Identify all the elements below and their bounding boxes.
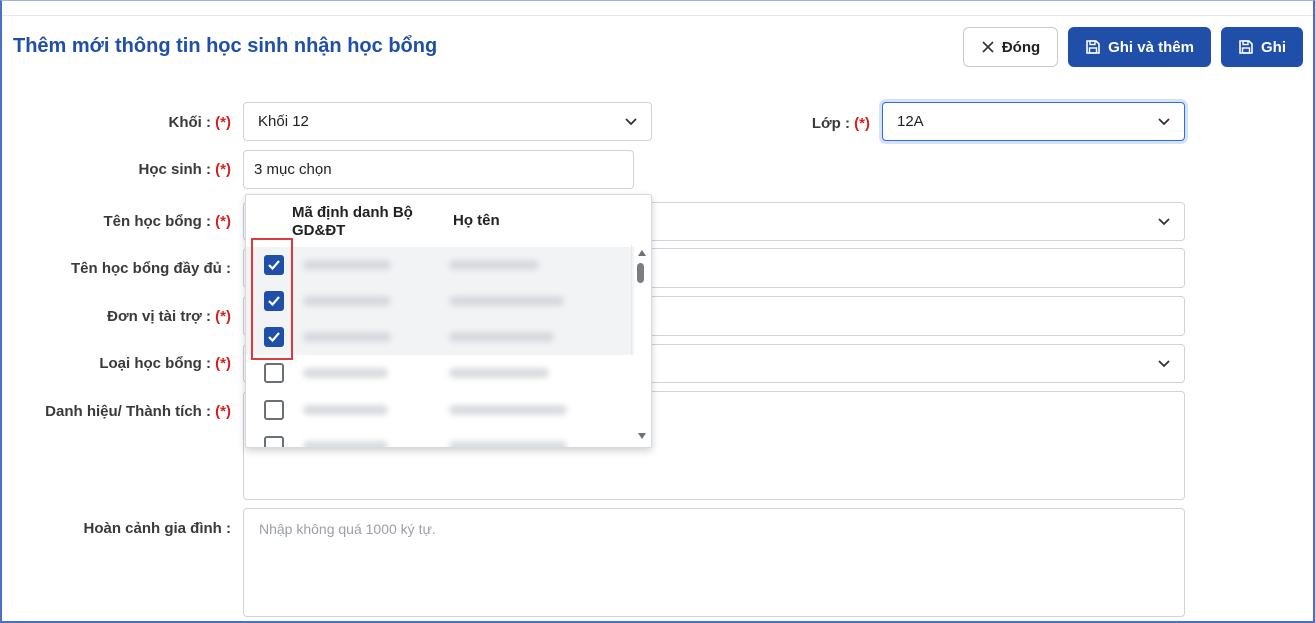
checkbox-unchecked[interactable]: [264, 400, 284, 420]
list-item[interactable]: [246, 392, 634, 428]
required-mark: (*): [215, 355, 231, 372]
student-dropdown: Mã định danh Bộ GD&ĐT Họ tên: [245, 194, 652, 448]
ten-hoc-bong-day-du-label: Tên học bổng đầy đủ :: [71, 260, 231, 277]
hoan-canh-label: Hoàn cảnh gia đình :: [83, 520, 231, 537]
list-item[interactable]: [246, 428, 634, 447]
selection-highlight-box: [251, 238, 293, 360]
list-item[interactable]: [246, 355, 634, 391]
hoc-sinh-label: Học sinh : (*): [138, 161, 231, 178]
chevron-down-icon: [625, 117, 637, 125]
scrollbar-thumb[interactable]: [637, 263, 644, 283]
save-icon: [1085, 39, 1101, 55]
redacted-id: [303, 368, 388, 378]
save-icon: [1238, 39, 1254, 55]
close-button[interactable]: Đóng: [963, 27, 1058, 67]
loai-hoc-bong-label: Loại học bổng : (*): [99, 355, 231, 372]
save-and-add-button[interactable]: Ghi và thêm: [1068, 27, 1211, 67]
danh-hieu-label: Danh hiệu/ Thành tích : (*): [45, 403, 231, 420]
redacted-name: [449, 260, 539, 270]
column-header-ma-dinh-danh: Mã định danh Bộ GD&ĐT: [292, 204, 413, 239]
hoan-canh-textarea[interactable]: Nhập không quá 1000 ký tự.: [243, 508, 1185, 617]
page-title: Thêm mới thông tin học sinh nhận học bổn…: [13, 35, 438, 57]
checkbox-unchecked[interactable]: [264, 436, 284, 447]
hoan-canh-placeholder: Nhập không quá 1000 ký tự.: [259, 521, 436, 537]
top-divider: [2, 15, 1313, 16]
dialog-frame: Thêm mới thông tin học sinh nhận học bổn…: [0, 0, 1315, 623]
scroll-down-icon[interactable]: [638, 433, 646, 439]
close-button-label: Đóng: [1001, 38, 1041, 56]
required-mark: (*): [215, 213, 231, 230]
redacted-id: [303, 441, 388, 447]
chevron-down-icon: [1158, 359, 1170, 367]
redacted-name: [449, 368, 549, 378]
scroll-divider: [631, 245, 632, 355]
scroll-up-icon[interactable]: [638, 250, 646, 256]
list-item[interactable]: [246, 247, 634, 283]
khoi-label: Khối : (*): [168, 114, 232, 131]
required-mark: (*): [215, 308, 231, 325]
chevron-down-icon: [1158, 217, 1170, 225]
khoi-select[interactable]: Khối 12: [243, 102, 652, 141]
redacted-id: [303, 332, 391, 342]
save-button[interactable]: Ghi: [1221, 27, 1303, 67]
checkbox-unchecked[interactable]: [264, 363, 284, 383]
required-mark: (*): [215, 403, 231, 420]
don-vi-tai-tro-label: Đơn vị tài trợ : (*): [107, 308, 231, 325]
column-header-ho-ten: Họ tên: [453, 212, 500, 229]
lop-select[interactable]: 12A: [882, 102, 1185, 141]
redacted-name: [449, 441, 567, 447]
required-mark: (*): [215, 114, 231, 131]
redacted-name: [449, 296, 564, 306]
dropdown-header: Mã định danh Bộ GD&ĐT Họ tên: [246, 195, 651, 245]
close-icon: [981, 40, 995, 54]
lop-value: 12A: [897, 113, 924, 130]
redacted-name: [449, 405, 567, 415]
list-item[interactable]: [246, 283, 634, 319]
redacted-id: [303, 296, 391, 306]
hoc-sinh-multiselect[interactable]: 3 mục chọn: [243, 150, 634, 189]
chevron-down-icon: [1158, 117, 1170, 125]
redacted-name: [449, 332, 554, 342]
required-mark: (*): [215, 161, 231, 178]
required-mark: (*): [854, 115, 870, 132]
save-and-add-label: Ghi và thêm: [1108, 38, 1194, 56]
list-item[interactable]: [246, 319, 634, 355]
hoc-sinh-value: 3 mục chọn: [254, 161, 332, 178]
redacted-id: [303, 405, 388, 415]
redacted-id: [303, 260, 391, 270]
ten-hoc-bong-label: Tên học bổng : (*): [103, 213, 231, 230]
save-button-label: Ghi: [1261, 38, 1286, 56]
lop-label: Lớp : (*): [811, 115, 870, 132]
khoi-value: Khối 12: [258, 113, 309, 130]
